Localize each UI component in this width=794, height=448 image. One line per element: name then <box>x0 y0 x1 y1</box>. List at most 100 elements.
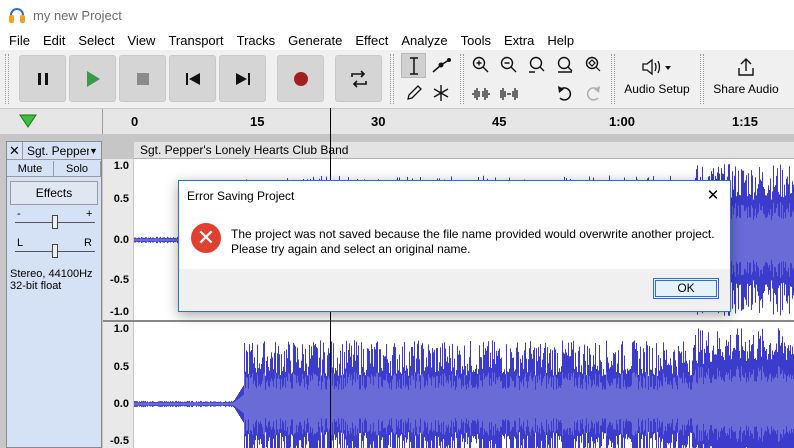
skip-to-end-button[interactable] <box>219 55 266 102</box>
multi-tool-button[interactable] <box>428 80 453 105</box>
title-bar: my new Project <box>0 0 794 30</box>
scale-label: -0.5 <box>110 435 129 447</box>
envelope-tool-button[interactable] <box>428 53 453 78</box>
clip-header[interactable]: Sgt. Pepper's Lonely Hearts Club Band <box>134 142 794 159</box>
track-control-panel[interactable]: ✕ Sgt. Pepper' ▼ Mute Solo Effects - + L… <box>6 141 102 448</box>
dropdown-arrow-icon[interactable]: ▼ <box>89 146 101 156</box>
ok-button[interactable]: OK <box>653 278 719 299</box>
scale-label: 1.0 <box>113 160 129 172</box>
toolbar: Audio Setup Share Audio <box>0 50 794 108</box>
record-button[interactable] <box>277 55 324 102</box>
fit-project-button[interactable] <box>552 52 577 77</box>
loop-icon <box>350 69 367 88</box>
silence-icon <box>499 87 518 100</box>
fit-selection-button[interactable] <box>524 52 549 77</box>
loop-button[interactable] <box>335 55 382 102</box>
zoom-toggle-icon <box>585 56 600 71</box>
gain-slider[interactable] <box>15 215 95 229</box>
scale-label: -1.0 <box>110 306 129 318</box>
audio-setup-button[interactable]: Audio Setup <box>621 52 693 104</box>
selection-tool-button[interactable] <box>401 53 426 78</box>
track-name-menu[interactable]: Sgt. Pepper' <box>23 144 89 158</box>
share-audio-label: Share Audio <box>713 82 779 96</box>
scale-label: 1.0 <box>113 323 129 335</box>
window-title: my new Project <box>33 7 122 23</box>
menu-transport[interactable]: Transport <box>162 33 230 48</box>
solo-button[interactable]: Solo <box>54 161 101 177</box>
ruler-divider <box>102 109 103 135</box>
menu-bar: File Edit Select View Transport Tracks G… <box>0 30 794 50</box>
track-info: Stereo, 44100Hz 32-bit float <box>10 268 93 292</box>
zoom-in-icon <box>472 56 488 72</box>
redo-button[interactable] <box>580 81 605 106</box>
pause-icon <box>37 72 48 85</box>
zoom-out-icon <box>500 56 516 72</box>
zoom-toggle-button[interactable] <box>580 52 605 77</box>
track-close-button[interactable]: ✕ <box>7 142 23 159</box>
dialog-close-button[interactable]: ✕ <box>704 186 722 204</box>
menu-help[interactable]: Help <box>541 33 581 48</box>
redo-icon <box>586 85 600 101</box>
track-format-line: Stereo, 44100Hz <box>10 268 93 280</box>
menu-generate[interactable]: Generate <box>282 33 349 48</box>
scale-label: 0.5 <box>113 193 129 205</box>
envelope-icon <box>432 57 451 73</box>
dialog-title-bar[interactable]: Error Saving Project ✕ <box>179 181 730 210</box>
record-icon <box>293 71 308 86</box>
draw-tool-button[interactable] <box>401 80 426 105</box>
track-bitdepth-line: 32-bit float <box>10 280 62 292</box>
audio-setup-label: Audio Setup <box>624 82 690 96</box>
play-head-icon[interactable] <box>19 113 37 129</box>
effects-button[interactable]: Effects <box>10 181 98 205</box>
zoom-in-button[interactable] <box>468 52 493 77</box>
tick-15: 15 <box>250 114 265 129</box>
audacity-logo-icon <box>9 7 25 23</box>
pencil-icon <box>406 84 422 100</box>
dialog-message-line2: Please try again and select an original … <box>231 242 471 256</box>
error-dialog: Error Saving Project ✕ ✕ The project was… <box>178 180 731 312</box>
mute-button[interactable]: Mute <box>7 161 54 177</box>
amplitude-scale-right-channel[interactable]: 1.0 0.5 0.0 -0.5 <box>103 322 133 448</box>
toolbar-grip-audio[interactable] <box>611 54 615 104</box>
play-icon <box>86 70 100 87</box>
menu-analyze[interactable]: Analyze <box>395 33 454 48</box>
toolbar-grip-edit[interactable] <box>460 54 464 104</box>
waveform-right-channel[interactable] <box>134 322 794 448</box>
stop-button[interactable] <box>119 55 166 102</box>
gain-slider-knob[interactable] <box>52 215 58 229</box>
menu-file[interactable]: File <box>3 33 37 48</box>
share-audio-button[interactable]: Share Audio <box>710 52 782 104</box>
pan-slider-knob[interactable] <box>52 244 58 258</box>
stop-icon <box>136 72 149 85</box>
menu-edit[interactable]: Edit <box>37 33 72 48</box>
dialog-footer: OK <box>179 269 730 311</box>
timeline-ruler[interactable]: 0 15 30 45 1:00 1:15 <box>0 108 794 135</box>
scale-label: 0.5 <box>113 361 129 373</box>
menu-extra[interactable]: Extra <box>498 33 541 48</box>
amplitude-scale-left-channel[interactable]: 1.0 0.5 0.0 -0.5 -1.0 <box>103 159 133 320</box>
skip-to-start-button[interactable] <box>169 55 216 102</box>
menu-tools[interactable]: Tools <box>455 33 498 48</box>
track-header: ✕ Sgt. Pepper' ▼ <box>7 142 101 160</box>
scale-label: -0.5 <box>110 274 129 286</box>
trim-audio-button[interactable] <box>468 81 493 106</box>
toolbar-grip[interactable] <box>5 54 9 104</box>
toolbar-grip-tools[interactable] <box>390 54 394 104</box>
speaker-dropdown-icon <box>642 58 671 76</box>
pan-slider[interactable] <box>15 244 95 258</box>
menu-view[interactable]: View <box>122 33 163 48</box>
play-button[interactable] <box>69 55 116 102</box>
dialog-message-line1: The project was not saved because the fi… <box>231 227 715 241</box>
tick-0: 0 <box>131 114 139 129</box>
pause-button[interactable] <box>19 55 66 102</box>
zoom-fit-icon <box>557 56 572 73</box>
silence-audio-button[interactable] <box>496 81 521 106</box>
undo-button[interactable] <box>552 81 577 106</box>
menu-effect[interactable]: Effect <box>349 33 395 48</box>
menu-select[interactable]: Select <box>72 33 121 48</box>
clip-name: Sgt. Pepper's Lonely Hearts Club Band <box>140 143 349 157</box>
menu-tracks[interactable]: Tracks <box>231 33 283 48</box>
zoom-out-button[interactable] <box>496 52 521 77</box>
toolbar-grip-share[interactable] <box>700 54 704 104</box>
tick-45: 45 <box>492 114 507 129</box>
